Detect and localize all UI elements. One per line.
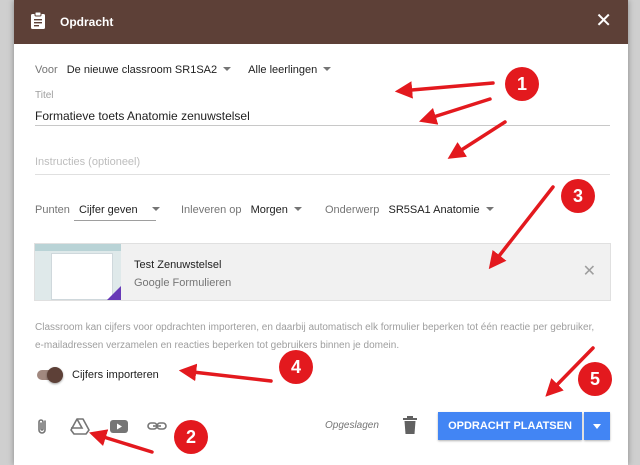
- assignment-icon: [31, 11, 45, 34]
- link-icon[interactable]: [147, 416, 167, 436]
- chevron-down-icon: [593, 424, 601, 429]
- students-dropdown-value: Alle leerlingen: [248, 64, 318, 76]
- topic-dropdown[interactable]: SR5SA1 Anatomie: [388, 204, 494, 216]
- chevron-down-icon: [293, 207, 302, 211]
- dialog-title: Opdracht: [60, 15, 114, 29]
- thumbnail-sheet: [51, 253, 113, 300]
- due-value: Morgen: [250, 204, 288, 216]
- chevron-down-icon: [223, 67, 232, 71]
- form-attachment-card[interactable]: Test Zenuwstelsel Google Formulieren ✕: [34, 243, 611, 301]
- paperclip-icon[interactable]: [33, 416, 53, 436]
- topic-label: Onderwerp: [325, 204, 380, 216]
- remove-attachment-icon[interactable]: ✕: [583, 261, 596, 281]
- import-grades-label: Cijfers importeren: [72, 369, 159, 381]
- form-thumbnail: [35, 244, 121, 300]
- points-underline: [74, 220, 156, 221]
- title-input[interactable]: Formatieve toets Anatomie zenuwstelsel: [35, 109, 250, 123]
- chevron-down-icon: [151, 207, 160, 211]
- chevron-down-icon: [323, 67, 332, 71]
- instructions-input[interactable]: Instructies (optioneel): [35, 156, 140, 168]
- import-grades-toggle[interactable]: [35, 367, 65, 383]
- annotation-badge-4: 4: [279, 350, 313, 384]
- points-dropdown[interactable]: Cijfer geven: [79, 204, 160, 216]
- trash-icon[interactable]: [403, 416, 417, 439]
- title-field-label: Titel: [35, 90, 54, 101]
- students-dropdown[interactable]: Alle leerlingen: [248, 64, 332, 76]
- title-underline: [35, 125, 610, 126]
- import-info-text: Classroom kan cijfers voor opdrachten im…: [35, 322, 595, 351]
- points-value: Cijfer geven: [78, 204, 138, 216]
- class-dropdown[interactable]: De nieuwe classroom SR1SA2: [66, 64, 232, 76]
- annotation-badge-5: 5: [578, 362, 612, 396]
- voor-row: Voor De nieuwe classroom SR1SA2 Alle lee…: [35, 64, 332, 76]
- class-dropdown-value: De nieuwe classroom SR1SA2: [66, 64, 218, 76]
- attachment-title[interactable]: Test Zenuwstelsel: [134, 259, 221, 271]
- close-icon[interactable]: ✕: [595, 11, 612, 31]
- youtube-icon[interactable]: [109, 416, 129, 436]
- google-drive-icon[interactable]: [70, 416, 90, 436]
- annotation-badge-3: 3: [561, 179, 595, 213]
- points-label: Punten: [35, 204, 70, 216]
- chevron-down-icon: [485, 207, 494, 211]
- topic-value: SR5SA1 Anatomie: [388, 204, 480, 216]
- topic-field: Onderwerp SR5SA1 Anatomie: [325, 204, 494, 216]
- due-field: Inleveren op Morgen: [181, 204, 302, 216]
- dialog-header: Opdracht ✕: [14, 0, 628, 44]
- attachment-subtitle: Google Formulieren: [134, 277, 232, 289]
- post-assignment-button[interactable]: OPDRACHT PLAATSEN: [438, 412, 582, 440]
- instructions-underline: [35, 174, 610, 175]
- thumbnail-corner: [107, 286, 121, 300]
- due-dropdown[interactable]: Morgen: [251, 204, 302, 216]
- thumbnail-band: [35, 244, 121, 251]
- voor-label: Voor: [35, 64, 58, 76]
- annotation-badge-2: 2: [174, 420, 208, 454]
- post-options-dropdown[interactable]: [584, 412, 610, 440]
- saved-status: Opgeslagen: [325, 420, 379, 431]
- points-field: Punten Cijfer geven: [35, 204, 160, 216]
- toggle-knob: [47, 367, 63, 383]
- due-label: Inleveren op: [181, 204, 242, 216]
- annotation-badge-1: 1: [505, 67, 539, 101]
- assignment-dialog: Opdracht ✕ Voor De nieuwe classroom SR1S…: [14, 0, 628, 465]
